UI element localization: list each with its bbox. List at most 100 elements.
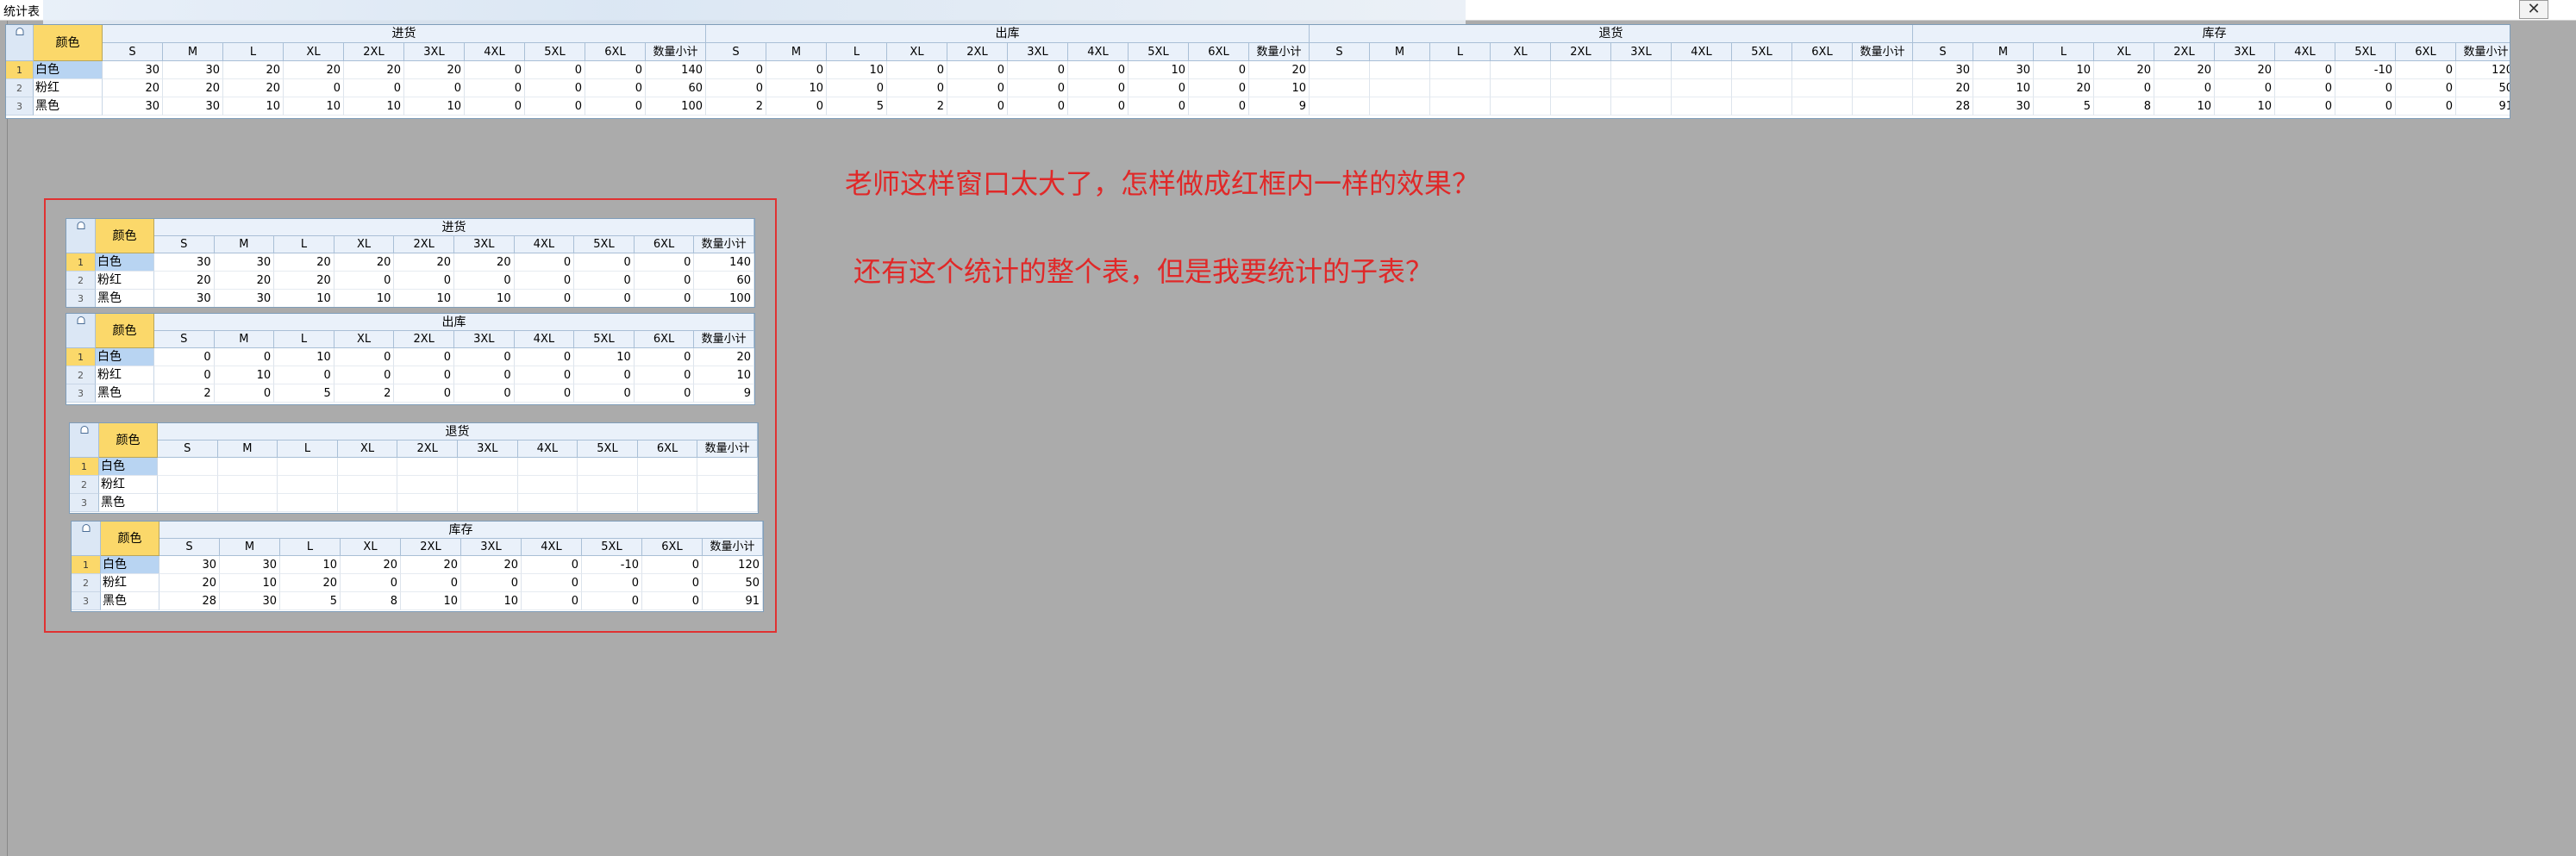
column-header[interactable]: M <box>163 43 223 61</box>
data-cell[interactable]: 0 <box>465 79 525 97</box>
data-cell[interactable]: 0 <box>2275 79 2335 97</box>
data-cell[interactable]: 2 <box>706 97 766 116</box>
data-cell[interactable]: 0 <box>585 79 646 97</box>
column-header[interactable]: 3XL <box>1611 43 1672 61</box>
data-cell[interactable]: 0 <box>887 61 947 79</box>
data-cell[interactable]: 0 <box>1129 79 1189 97</box>
data-cell[interactable] <box>1732 97 1792 116</box>
column-header[interactable]: 4XL <box>1068 43 1129 61</box>
data-cell[interactable]: 0 <box>706 79 766 97</box>
data-cell[interactable]: 0 <box>947 97 1008 116</box>
column-header[interactable]: 2XL <box>2154 43 2215 61</box>
data-cell[interactable]: 20 <box>103 79 163 97</box>
data-cell[interactable]: 0 <box>2094 79 2154 97</box>
data-cell[interactable]: 0 <box>766 97 827 116</box>
data-cell[interactable]: 0 <box>947 61 1008 79</box>
data-cell[interactable]: 0 <box>525 79 585 97</box>
data-cell[interactable]: 10 <box>1129 61 1189 79</box>
data-cell[interactable]: 91 <box>2456 97 2510 116</box>
data-cell[interactable]: 20 <box>404 61 465 79</box>
data-cell[interactable]: 0 <box>827 79 887 97</box>
column-header[interactable]: 6XL <box>585 43 646 61</box>
data-cell[interactable]: 30 <box>103 61 163 79</box>
data-cell[interactable] <box>1853 79 1913 97</box>
data-cell[interactable]: 30 <box>1913 61 1973 79</box>
data-cell[interactable]: 5 <box>2034 97 2094 116</box>
data-cell[interactable]: 2 <box>887 97 947 116</box>
data-cell[interactable] <box>1310 79 1370 97</box>
column-header[interactable]: XL <box>2094 43 2154 61</box>
data-cell[interactable]: 5 <box>827 97 887 116</box>
data-cell[interactable]: 0 <box>1129 97 1189 116</box>
column-header[interactable]: 数量小计 <box>2456 43 2510 61</box>
data-cell[interactable] <box>1430 61 1491 79</box>
data-cell[interactable]: 100 <box>646 97 706 116</box>
data-cell[interactable]: 20 <box>344 61 404 79</box>
data-cell[interactable]: 0 <box>2396 79 2456 97</box>
column-header[interactable]: 5XL <box>2335 43 2396 61</box>
data-cell[interactable]: 0 <box>2275 61 2335 79</box>
data-cell[interactable]: 0 <box>525 61 585 79</box>
grid-corner-icon[interactable] <box>6 25 34 61</box>
data-cell[interactable]: 10 <box>766 79 827 97</box>
data-cell[interactable]: 0 <box>2275 97 2335 116</box>
data-cell[interactable]: 0 <box>344 79 404 97</box>
data-cell[interactable]: 0 <box>1068 61 1129 79</box>
data-cell[interactable]: 20 <box>2154 61 2215 79</box>
data-cell[interactable]: -10 <box>2335 61 2396 79</box>
data-cell[interactable] <box>1430 97 1491 116</box>
column-header[interactable]: XL <box>284 43 344 61</box>
data-cell[interactable]: 30 <box>1973 97 2034 116</box>
column-header[interactable]: 6XL <box>1792 43 1853 61</box>
data-cell[interactable]: 20 <box>2034 79 2094 97</box>
data-cell[interactable] <box>1310 97 1370 116</box>
data-cell[interactable]: 0 <box>585 97 646 116</box>
row-color-name[interactable]: 粉红 <box>34 79 103 97</box>
column-header[interactable]: M <box>766 43 827 61</box>
data-cell[interactable]: 20 <box>1913 79 1973 97</box>
column-header[interactable]: 数量小计 <box>1249 43 1310 61</box>
column-header[interactable]: 3XL <box>404 43 465 61</box>
data-cell[interactable]: 0 <box>2215 79 2275 97</box>
column-header[interactable]: L <box>1430 43 1491 61</box>
column-header[interactable]: 2XL <box>947 43 1008 61</box>
main-statistics-grid[interactable]: 颜色 1 白色 2 粉红 3 黑色 进货 S M L XL 2XL 3XL 4XL 5XL 6XL 数量小计 30 3… <box>5 24 2510 119</box>
data-cell[interactable] <box>1491 61 1551 79</box>
data-cell[interactable]: 10 <box>2215 97 2275 116</box>
data-cell[interactable]: 0 <box>1189 79 1249 97</box>
data-cell[interactable] <box>1611 97 1672 116</box>
data-cell[interactable]: 0 <box>1189 61 1249 79</box>
data-cell[interactable] <box>1672 79 1732 97</box>
data-cell[interactable]: 0 <box>1189 97 1249 116</box>
data-cell[interactable] <box>1491 79 1551 97</box>
data-cell[interactable]: 120 <box>2456 61 2510 79</box>
data-cell[interactable]: 0 <box>766 61 827 79</box>
row-color-name[interactable]: 白色 <box>34 61 103 79</box>
column-header[interactable]: 5XL <box>1129 43 1189 61</box>
data-cell[interactable]: 30 <box>163 97 223 116</box>
data-cell[interactable]: 20 <box>223 79 284 97</box>
column-header[interactable]: 3XL <box>2215 43 2275 61</box>
data-cell[interactable] <box>1672 97 1732 116</box>
data-cell[interactable]: 0 <box>465 61 525 79</box>
data-cell[interactable]: 0 <box>1008 97 1068 116</box>
data-cell[interactable] <box>1370 97 1430 116</box>
data-cell[interactable] <box>1672 61 1732 79</box>
data-cell[interactable]: 0 <box>2396 61 2456 79</box>
data-cell[interactable]: 20 <box>1249 61 1310 79</box>
data-cell[interactable]: 0 <box>585 61 646 79</box>
data-cell[interactable] <box>1430 79 1491 97</box>
data-cell[interactable]: 10 <box>1973 79 2034 97</box>
data-cell[interactable] <box>1732 79 1792 97</box>
data-cell[interactable] <box>1611 61 1672 79</box>
data-cell[interactable] <box>1611 79 1672 97</box>
data-cell[interactable]: 10 <box>2154 97 2215 116</box>
data-cell[interactable]: 0 <box>887 79 947 97</box>
column-header[interactable]: 6XL <box>2396 43 2456 61</box>
data-cell[interactable]: 0 <box>1068 79 1129 97</box>
data-cell[interactable] <box>1551 97 1611 116</box>
data-cell[interactable]: 10 <box>1249 79 1310 97</box>
close-icon[interactable]: ✕ <box>2519 0 2548 19</box>
data-cell[interactable] <box>1310 61 1370 79</box>
column-header[interactable]: 3XL <box>1008 43 1068 61</box>
